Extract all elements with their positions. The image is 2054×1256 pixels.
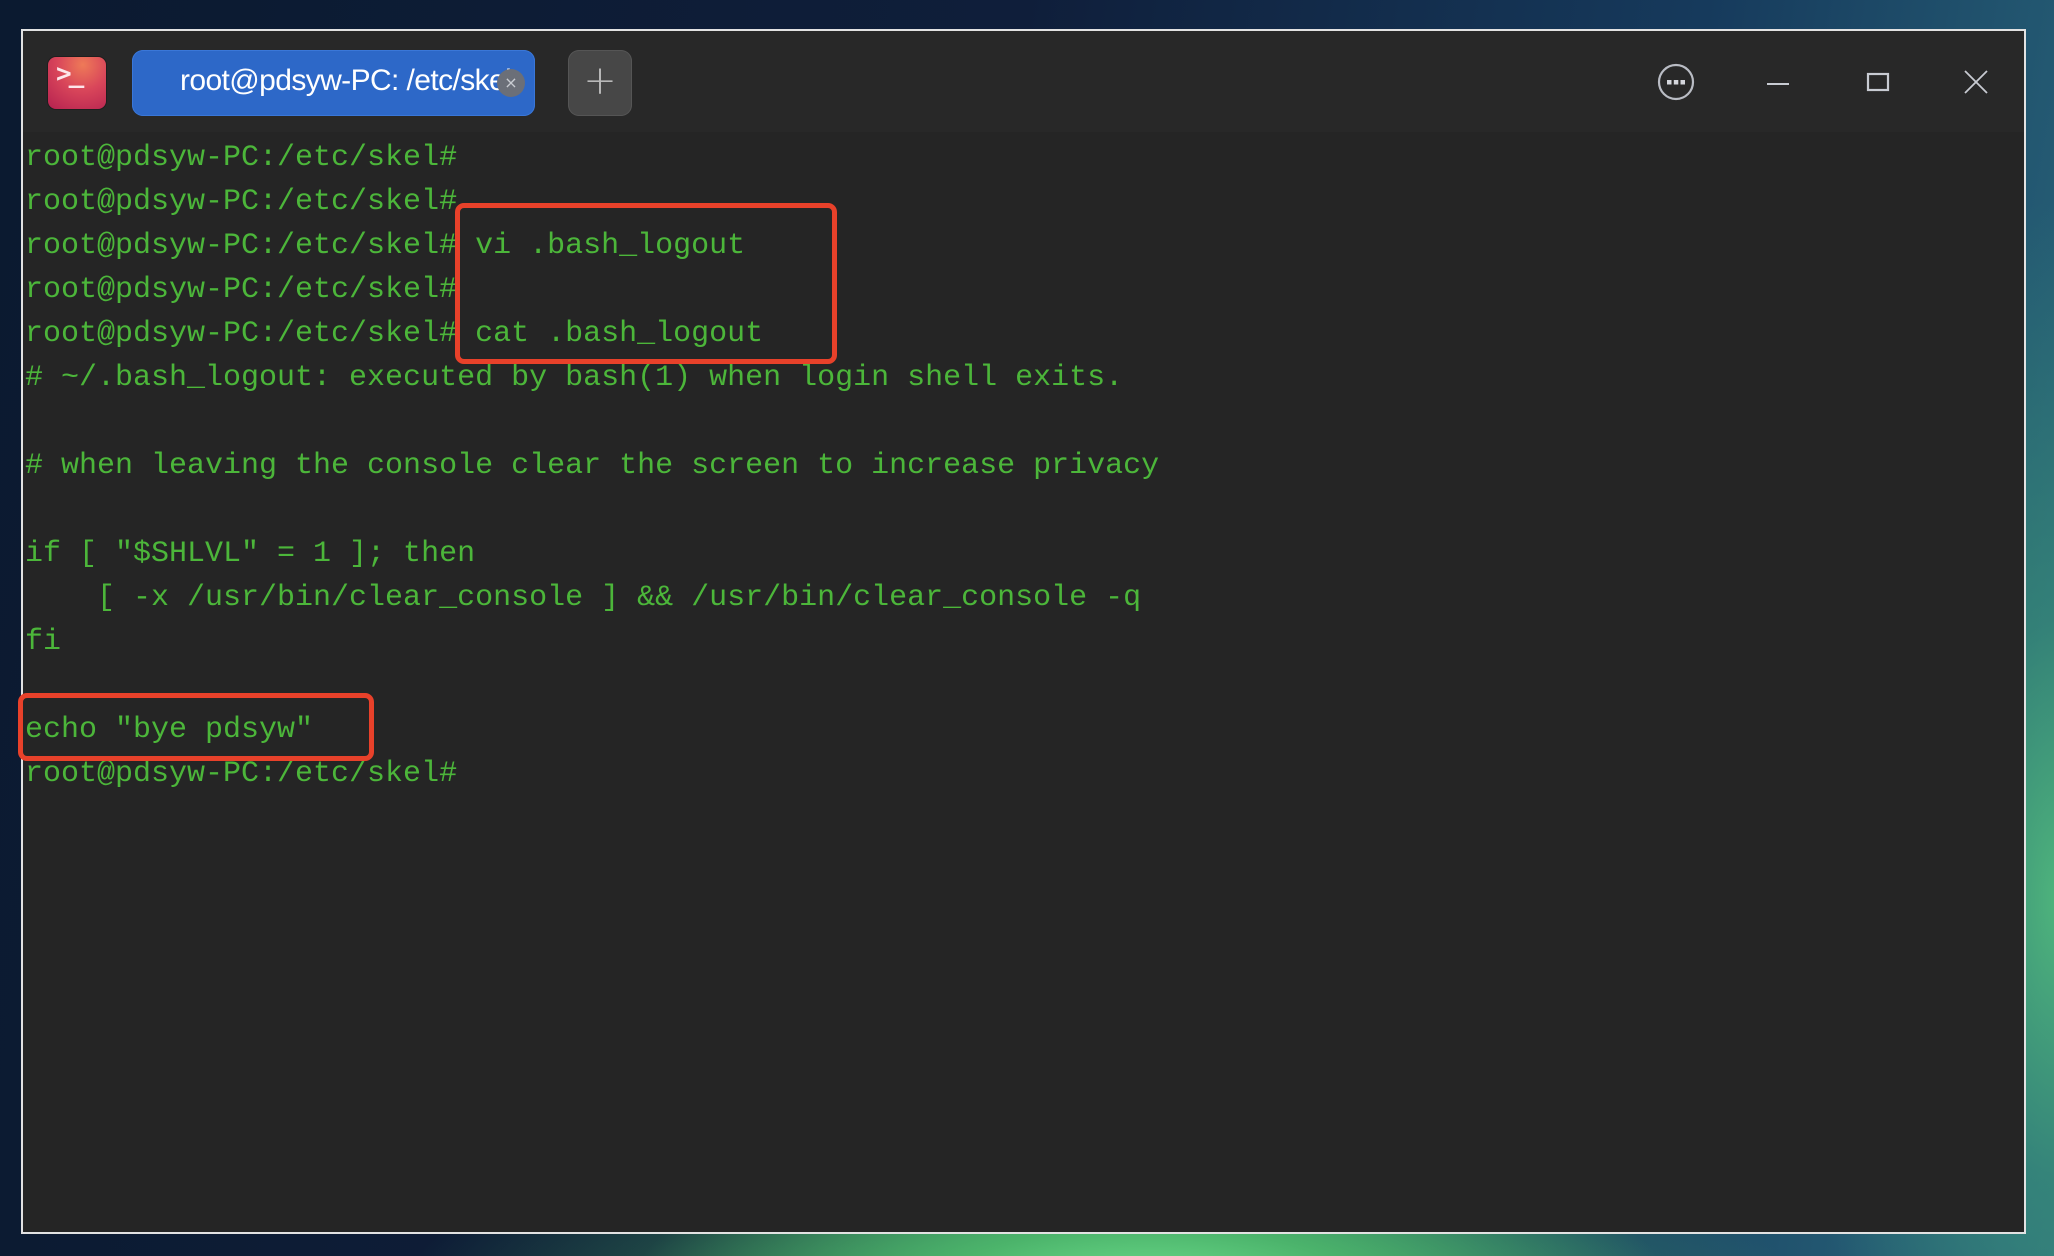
minimize-icon[interactable]: [1755, 59, 1801, 105]
close-icon[interactable]: [1953, 59, 1999, 105]
terminal-icon-glyph: >_: [56, 59, 84, 89]
maximize-icon[interactable]: [1855, 59, 1901, 105]
tab-label: root@pdsyw-PC: /etc/skel: [180, 64, 512, 97]
terminal-line: if [ "$SHLVL" = 1 ]; then: [25, 537, 476, 571]
commands-highlight-box: [455, 203, 837, 364]
terminal-line: fi: [25, 625, 62, 659]
terminal-line: [ -x /usr/bin/clear_console ] && /usr/bi…: [25, 581, 1142, 615]
terminal-line: root@pdsyw-PC:/etc/skel#: [25, 185, 458, 219]
terminal-line: # when leaving the console clear the scr…: [25, 449, 1160, 483]
terminal-output[interactable]: root@pdsyw-PC:/etc/skel# root@pdsyw-PC:/…: [18, 132, 2024, 1232]
terminal-line: root@pdsyw-PC:/etc/skel#: [25, 273, 458, 307]
more-options-icon[interactable]: [1653, 59, 1699, 105]
new-tab-button[interactable]: +: [568, 50, 632, 116]
tab-root-etc-skel[interactable]: root@pdsyw-PC: /etc/skel ×: [132, 50, 535, 116]
terminal-window: >_ root@pdsyw-PC: /etc/skel × + root@pds…: [18, 29, 2026, 1234]
terminal-line: root@pdsyw-PC:/etc/skel#: [25, 141, 458, 175]
terminal-icon[interactable]: >_: [48, 57, 106, 109]
tab-close-icon[interactable]: ×: [497, 69, 525, 97]
echo-highlight-box: [18, 693, 374, 761]
titlebar: >_ root@pdsyw-PC: /etc/skel × +: [23, 31, 2024, 132]
